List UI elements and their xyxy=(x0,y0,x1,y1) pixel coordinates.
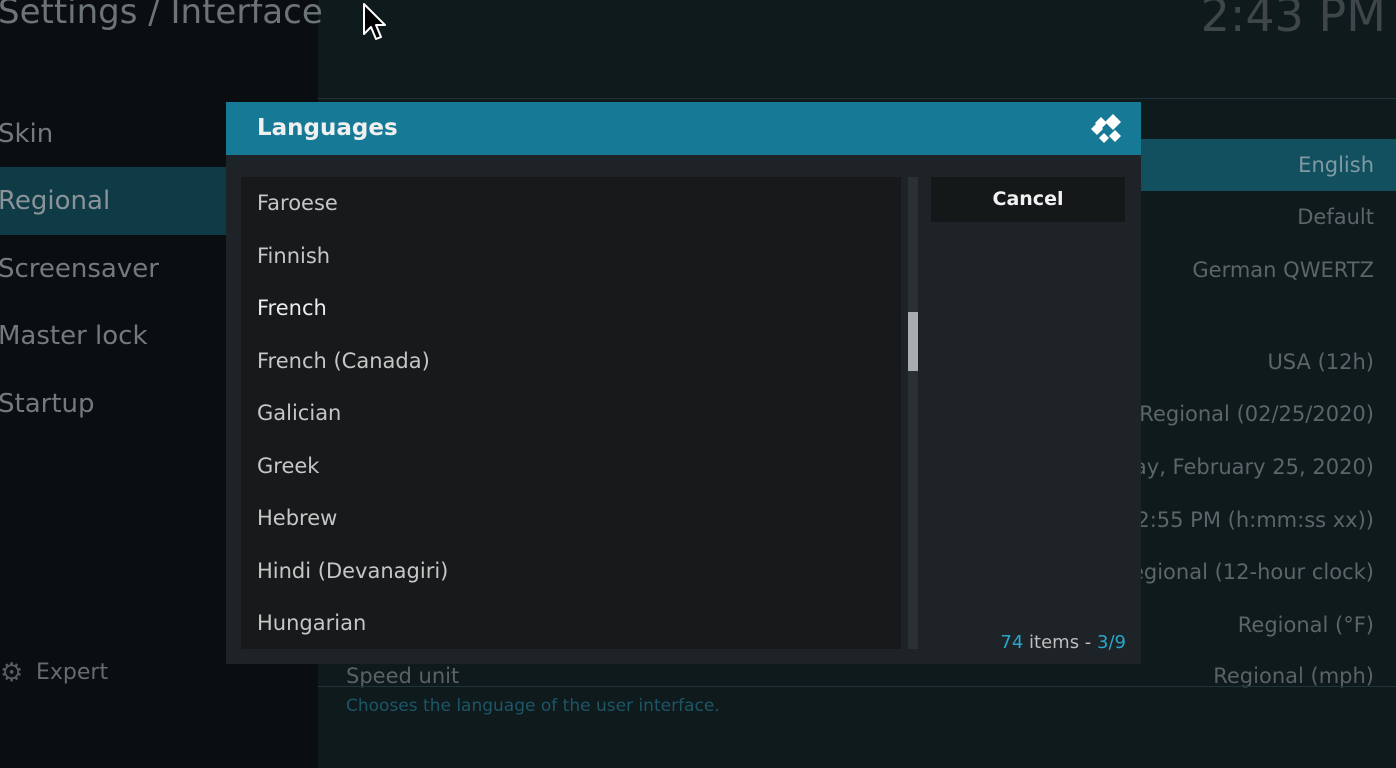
setting-value: sday, February 25, 2020) xyxy=(1109,455,1374,479)
header-divider xyxy=(318,98,1396,99)
dialog-header: Languages xyxy=(226,102,1141,155)
list-item[interactable]: Hindi (Devanagiri) xyxy=(241,545,901,598)
setting-value: Regional (°F) xyxy=(1237,613,1374,637)
breadcrumb: Settings / Interface xyxy=(0,0,323,32)
languages-dialog: Languages Faroese Finnish French French … xyxy=(226,102,1141,664)
list-item[interactable]: French xyxy=(241,282,901,335)
list-item[interactable]: Hungarian xyxy=(241,597,901,649)
scrollbar-thumb[interactable] xyxy=(908,312,918,371)
setting-value: Regional (12-hour clock) xyxy=(1117,560,1374,584)
language-list[interactable]: Faroese Finnish French French (Canada) G… xyxy=(241,177,901,649)
footer-divider xyxy=(318,686,1396,687)
item-count-label: items - xyxy=(1029,632,1092,653)
list-item[interactable]: Greek xyxy=(241,440,901,493)
setting-description: Chooses the language of the user interfa… xyxy=(346,696,720,716)
speed-unit-value: Regional (mph) xyxy=(1213,664,1374,688)
setting-value: English xyxy=(1298,153,1374,177)
setting-value: Regional (02/25/2020) xyxy=(1139,402,1374,426)
list-item[interactable]: Finnish xyxy=(241,230,901,283)
gear-icon: ⚙ xyxy=(0,658,24,688)
list-item[interactable]: French (Canada) xyxy=(241,335,901,388)
page-indicator: 3/9 xyxy=(1097,632,1126,653)
item-count: 74 items - 3/9 xyxy=(1000,632,1126,653)
expert-label: Expert xyxy=(36,660,109,685)
clock: 2:43 PM xyxy=(1200,0,1386,42)
setting-value: :42:55 PM (h:mm:ss xx)) xyxy=(1115,508,1374,532)
dialog-title: Languages xyxy=(257,115,398,141)
mouse-cursor-icon xyxy=(363,3,386,40)
list-item[interactable]: Hebrew xyxy=(241,492,901,545)
setting-value: Default xyxy=(1297,205,1374,229)
kodi-logo-icon xyxy=(1091,114,1121,143)
item-total: 74 xyxy=(1000,632,1024,653)
list-scrollbar[interactable] xyxy=(908,177,918,649)
speed-unit-label[interactable]: Speed unit xyxy=(346,664,459,688)
setting-value: German QWERTZ xyxy=(1192,258,1374,282)
setting-value: USA (12h) xyxy=(1267,350,1374,374)
expert-level-button[interactable]: ⚙ Expert xyxy=(0,656,108,690)
list-item[interactable]: Galician xyxy=(241,387,901,440)
cancel-button[interactable]: Cancel xyxy=(931,177,1125,222)
list-item[interactable]: Faroese xyxy=(241,177,901,230)
